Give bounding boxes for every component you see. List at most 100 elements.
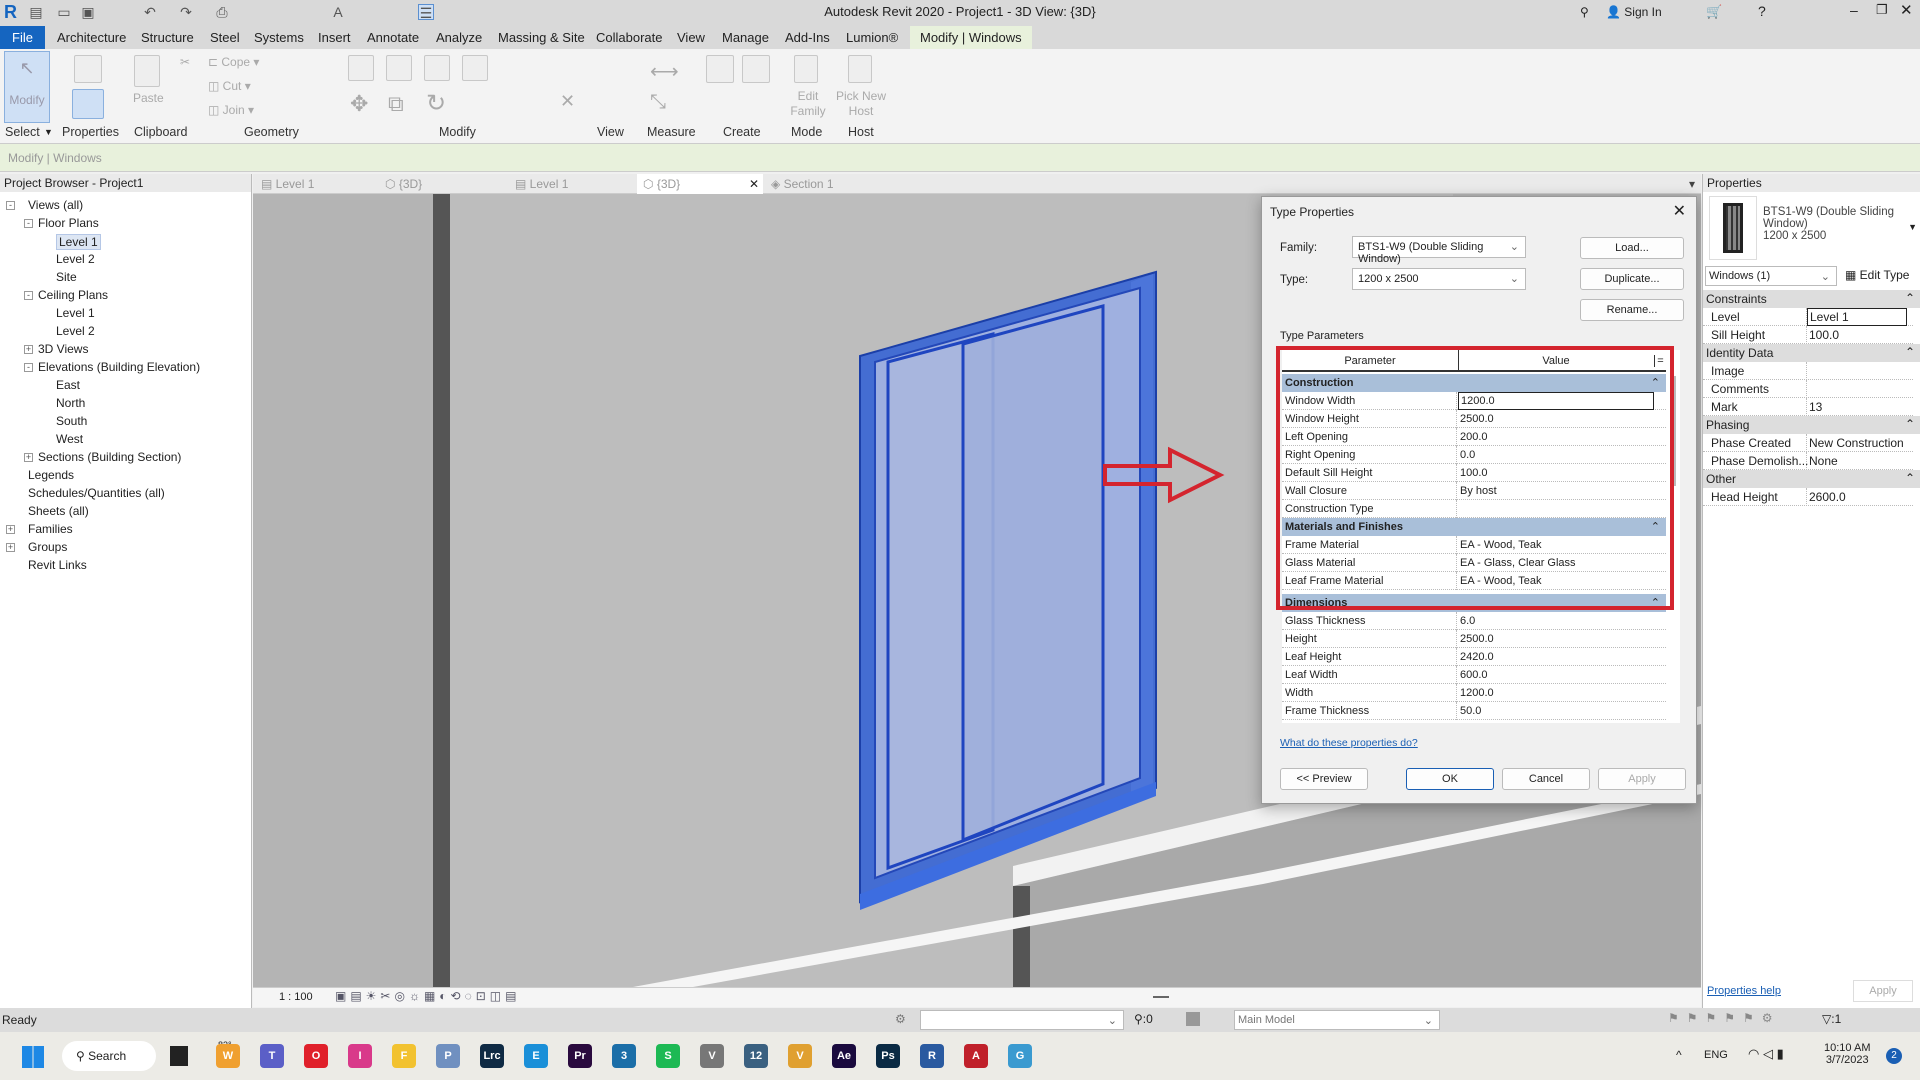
paste-icon[interactable] (134, 55, 160, 87)
cancel-button[interactable]: Cancel (1502, 768, 1590, 790)
cope-button[interactable]: ⊏ Cope ▾ (208, 55, 259, 69)
create-part-icon[interactable] (706, 55, 734, 83)
property-group-header[interactable]: Other ⌃ (1703, 470, 1920, 488)
wifi-volume-battery-icons[interactable]: ◠ ◁ ▮ (1748, 1046, 1784, 1062)
binoculars-icon[interactable]: ⚲ (1580, 5, 1589, 19)
browser-item[interactable]: Legends (28, 468, 74, 482)
align-icon[interactable] (348, 55, 374, 81)
close-button[interactable]: ✕ (1900, 1, 1913, 19)
parameter-row[interactable]: Width 1200.0 (1282, 684, 1666, 702)
property-value[interactable]: Level 1 (1807, 308, 1907, 326)
property-value[interactable]: None (1809, 454, 1838, 468)
property-row[interactable]: Head Height 2600.0 (1703, 488, 1913, 506)
dimension-icon[interactable]: ⤡ (650, 91, 666, 114)
browser-item[interactable]: Sheets (all) (28, 504, 89, 518)
browser-item[interactable]: Level 2 (56, 324, 95, 338)
browser-item[interactable]: Schedules/Quantities (all) (28, 486, 165, 500)
windows-start-icon[interactable] (22, 1046, 44, 1068)
browser-item[interactable]: Level 2 (56, 252, 95, 266)
browser-item[interactable]: Sections (Building Section) (38, 450, 181, 464)
tab-manage[interactable]: Manage (722, 30, 769, 45)
parameter-value[interactable]: 2420.0 (1460, 651, 1494, 663)
browser-item[interactable]: Ceiling Plans (38, 288, 108, 302)
selection-options-icons[interactable]: ⚑⚑⚑⚑⚑⚙ (1668, 1011, 1781, 1025)
preview-button[interactable]: << Preview (1280, 768, 1368, 790)
load-button[interactable]: Load... (1580, 237, 1684, 259)
taskbar-app-icon[interactable]: Ps (876, 1044, 900, 1068)
property-value[interactable]: 13 (1809, 400, 1822, 414)
parameter-row[interactable]: Leaf Height 2420.0 (1282, 648, 1666, 666)
close-tab-icon[interactable]: ✕ (749, 177, 759, 191)
browser-item[interactable]: 3D Views (38, 342, 88, 356)
properties-help-link[interactable]: Properties help (1707, 985, 1781, 997)
clock[interactable]: 10:10 AM 3/7/2023 (1824, 1042, 1870, 1066)
panel-select[interactable]: Select (5, 125, 40, 139)
tab-insert[interactable]: Insert (318, 30, 351, 45)
parameter-row[interactable]: Leaf Width 600.0 (1282, 666, 1666, 684)
expand-toggle-icon[interactable]: + (6, 525, 15, 534)
help-link[interactable]: What do these properties do? (1280, 737, 1418, 749)
cut-button[interactable]: ◫ Cut ▾ (208, 79, 251, 93)
scrollbar-thumb[interactable] (1153, 996, 1169, 998)
collapse-icon[interactable]: ⌃ (1905, 417, 1915, 431)
parameter-row[interactable]: Glass Thickness 6.0 (1282, 612, 1666, 630)
rename-button[interactable]: Rename... (1580, 299, 1684, 321)
apply-button[interactable]: Apply (1598, 768, 1686, 790)
taskbar-app-icon[interactable]: R (920, 1044, 944, 1068)
design-option-select[interactable]: Main Model ⌄ (1234, 1010, 1440, 1030)
cut-scissors-icon[interactable]: ✂ (180, 55, 190, 69)
notification-badge[interactable]: 2 (1886, 1048, 1902, 1064)
type-select[interactable]: 1200 x 2500 ⌄ (1352, 268, 1526, 290)
parameter-value[interactable]: 1200.0 (1460, 687, 1494, 699)
expand-toggle-icon[interactable]: + (24, 453, 33, 462)
collapse-icon[interactable]: ⌃ (1905, 471, 1915, 485)
taskbar-app-icon[interactable]: V (788, 1044, 812, 1068)
tab-file[interactable]: File (0, 26, 45, 49)
expand-toggle-icon[interactable]: - (24, 291, 33, 300)
edit-family-icon[interactable] (794, 55, 818, 83)
parameter-value[interactable]: 600.0 (1460, 669, 1488, 681)
parameter-row[interactable]: Height 2500.0 (1282, 630, 1666, 648)
taskbar-app-icon[interactable]: E (524, 1044, 548, 1068)
collapse-icon[interactable]: ⌃ (1905, 291, 1915, 305)
tab-analyze[interactable]: Analyze (436, 30, 482, 45)
browser-item[interactable]: Site (56, 270, 77, 284)
browser-item[interactable]: Level 1 (56, 306, 95, 320)
rotate-icon[interactable]: ↻ (426, 89, 446, 118)
tab-structure[interactable]: Structure (141, 30, 194, 45)
taskbar-app-icon[interactable]: T (260, 1044, 284, 1068)
design-option-icon[interactable] (1186, 1012, 1200, 1026)
property-group-header[interactable]: Phasing ⌃ (1703, 416, 1920, 434)
taskbar-app-icon[interactable]: Lrc (480, 1044, 504, 1068)
property-row[interactable]: Phase Created New Construction (1703, 434, 1913, 452)
tab-steel[interactable]: Steel (210, 30, 240, 45)
tray-chevron-icon[interactable]: ^ (1676, 1048, 1682, 1062)
tab-architecture[interactable]: Architecture (57, 30, 126, 45)
properties-apply-button[interactable]: Apply (1853, 980, 1913, 1002)
filter-indicator[interactable]: ▽:1 (1822, 1012, 1841, 1026)
property-value[interactable]: New Construction (1809, 436, 1904, 450)
tab-collaborate[interactable]: Collaborate (596, 30, 663, 45)
duplicate-button[interactable]: Duplicate... (1580, 268, 1684, 290)
taskbar-app-icon[interactable]: G (1008, 1044, 1032, 1068)
taskbar-search[interactable]: ⚲ Search (62, 1041, 156, 1071)
parameter-value[interactable]: 2500.0 (1460, 633, 1494, 645)
move-icon[interactable]: ✥ (350, 91, 368, 117)
property-row[interactable]: Image (1703, 362, 1913, 380)
cart-icon[interactable]: 🛒 (1706, 4, 1722, 20)
property-value[interactable]: 2600.0 (1809, 490, 1846, 504)
mirror-draw-icon[interactable] (462, 55, 488, 81)
view-tab-level-1b[interactable]: ▤ Level 1 (515, 177, 568, 191)
ok-button[interactable]: OK (1406, 768, 1494, 790)
property-row[interactable]: Comments (1703, 380, 1913, 398)
browser-item[interactable]: Revit Links (28, 558, 87, 572)
tab-view[interactable]: View (677, 30, 705, 45)
modify-button[interactable]: ↖ Modify (4, 51, 50, 123)
taskbar-app-icon[interactable]: V (700, 1044, 724, 1068)
restore-button[interactable]: ❐ (1876, 2, 1888, 18)
taskbar-app-icon[interactable]: W (216, 1044, 240, 1068)
expand-toggle-icon[interactable]: + (24, 345, 33, 354)
browser-item[interactable]: East (56, 378, 80, 392)
taskbar-app-icon[interactable]: Ae (832, 1044, 856, 1068)
tab-annotate[interactable]: Annotate (367, 30, 419, 45)
